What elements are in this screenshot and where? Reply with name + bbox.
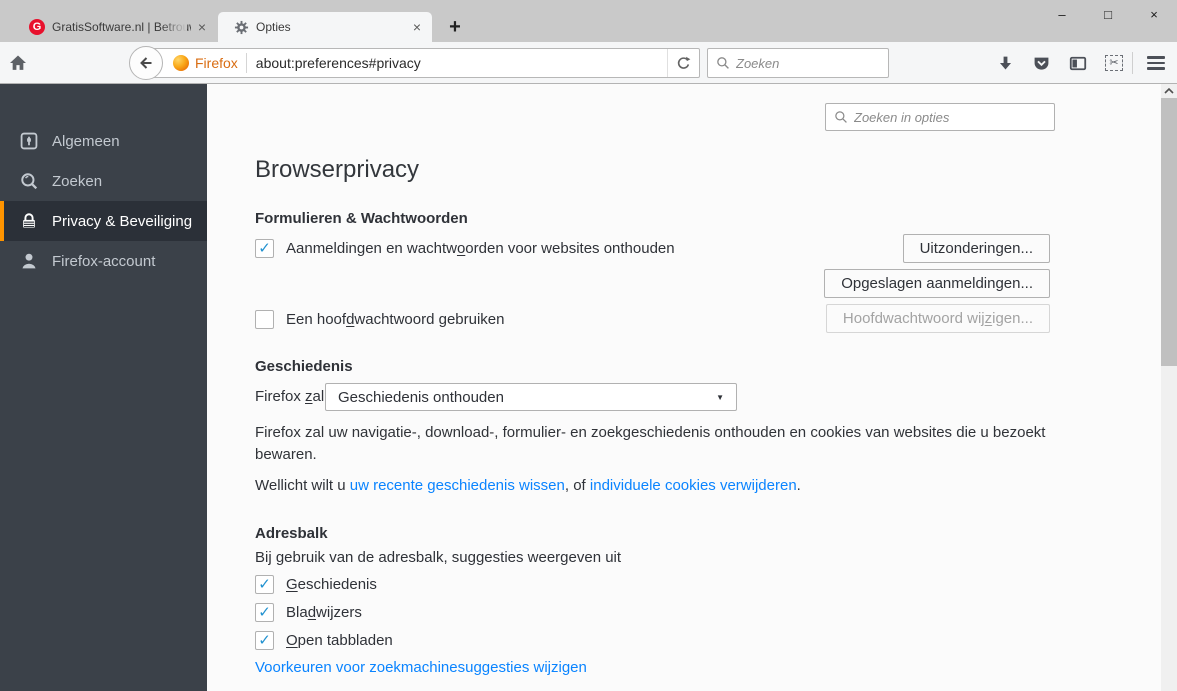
master-password-label[interactable]: Een hoofdwachtwoord gebruiken: [286, 311, 505, 328]
pocket-icon: [1034, 57, 1048, 70]
reload-icon: [677, 56, 691, 69]
navigation-toolbar: Firefox about:preferences#privacy ✂: [0, 42, 1177, 84]
firefox-will-label: Firefox zal: [255, 388, 325, 405]
toolbar-search[interactable]: [707, 48, 889, 78]
addressbar-intro: Bij gebruik van de adresbalk, suggesties…: [255, 549, 622, 566]
reload-button[interactable]: [667, 49, 699, 77]
clear-recent-history-link[interactable]: uw recente geschiedenis wissen: [350, 477, 565, 494]
gratissoftware-favicon-icon: G: [29, 19, 45, 35]
history-mode-value: Geschiedenis onthouden: [338, 388, 504, 406]
saved-logins-button[interactable]: Opgeslagen aanmeldingen...: [824, 269, 1050, 298]
sidebars-button[interactable]: [1063, 48, 1093, 78]
url-bar[interactable]: Firefox about:preferences#privacy: [150, 48, 700, 78]
sidebar-item-algemeen[interactable]: Algemeen: [0, 121, 207, 161]
checkmark-icon: ✓: [258, 576, 271, 593]
suggest-history-row: ✓ Geschiedenis: [255, 575, 377, 594]
toolbar-separator: [1132, 52, 1133, 74]
forms-section-heading: Formulieren & Wachtwoorden: [255, 210, 468, 227]
suggest-history-checkbox[interactable]: ✓: [255, 575, 274, 594]
scrollbar-thumb[interactable]: [1161, 98, 1177, 366]
browser-window: G GratisSoftware.nl | Betrouwb × Opties …: [0, 0, 1177, 691]
remember-logins-row: ✓ Aanmeldingen en wachtwoorden voor webs…: [255, 239, 675, 258]
firefox-logo-icon: [173, 55, 189, 71]
pocket-button[interactable]: [1026, 48, 1056, 78]
history-section-heading: Geschiedenis: [255, 358, 353, 375]
remove-individual-cookies-link[interactable]: individuele cookies verwijderen: [590, 477, 797, 494]
close-tab-icon[interactable]: ×: [191, 16, 213, 38]
sidebar-icon: [1069, 56, 1087, 70]
chevron-down-icon: ▼: [716, 392, 724, 402]
history-mode-dropdown[interactable]: Geschiedenis onthouden ▼: [325, 383, 737, 411]
suggest-history-label[interactable]: Geschiedenis: [286, 576, 377, 593]
tab-title: GratisSoftware.nl | Betrouwb: [52, 20, 191, 34]
new-tab-button[interactable]: +: [438, 12, 472, 42]
back-arrow-icon: [140, 57, 152, 69]
preferences-sidebar: Algemeen Zoeken Privacy & Beveiliging Fi…: [0, 84, 207, 691]
search-icon: [20, 172, 38, 190]
suggest-open-tabs-label[interactable]: Open tabbladen: [286, 632, 393, 649]
suggest-bookmarks-label[interactable]: Bladwijzers: [286, 604, 362, 621]
options-search-input[interactable]: [854, 109, 1046, 125]
download-icon: [999, 56, 1011, 70]
general-icon: [20, 132, 38, 150]
preferences-content: Browserprivacy Formulieren & Wachtwoorde…: [207, 84, 1161, 691]
sidebar-item-privacy-beveiliging[interactable]: Privacy & Beveiliging: [0, 201, 207, 241]
tab-gratissoftware[interactable]: G GratisSoftware.nl | Betrouwb ×: [20, 12, 217, 42]
home-button[interactable]: [3, 48, 33, 78]
checkmark-icon: ✓: [258, 240, 271, 257]
remember-logins-checkbox[interactable]: ✓: [255, 239, 274, 258]
clear-history-sentence: Wellicht wilt u uw recente geschiedenis …: [255, 477, 801, 494]
master-password-checkbox[interactable]: [255, 310, 274, 329]
minimize-button[interactable]: –: [1039, 0, 1085, 29]
tab-bar: G GratisSoftware.nl | Betrouwb × Opties …: [0, 0, 1177, 42]
sidebar-item-label: Privacy & Beveiliging: [52, 212, 193, 230]
lock-icon: [20, 212, 38, 230]
tab-title: Opties: [256, 20, 291, 34]
suggest-bookmarks-row: ✓ Bladwijzers: [255, 603, 362, 622]
home-icon: [10, 55, 26, 70]
gear-icon: [234, 20, 249, 35]
screenshot-button[interactable]: ✂: [1099, 48, 1129, 78]
url-text[interactable]: about:preferences#privacy: [256, 55, 667, 71]
screenshot-scissors-icon: ✂: [1105, 55, 1123, 71]
suggest-open-tabs-row: ✓ Open tabbladen: [255, 631, 393, 650]
person-icon: [20, 252, 38, 270]
checkmark-icon: ✓: [258, 604, 271, 621]
search-input[interactable]: [736, 55, 880, 71]
identity-label: Firefox: [195, 55, 238, 71]
sidebar-item-zoeken[interactable]: Zoeken: [0, 161, 207, 201]
scrollbar-up-icon[interactable]: [1161, 84, 1177, 98]
close-window-button[interactable]: ×: [1131, 0, 1177, 29]
content-scrollbar[interactable]: [1161, 84, 1177, 691]
exceptions-button[interactable]: Uitzonderingen...: [902, 234, 1050, 263]
change-master-password-button[interactable]: Hoofdwachtwoord wij z igen...: [825, 304, 1050, 333]
search-suggestions-preferences-link[interactable]: Voorkeuren voor zoekmachinesuggesties wi…: [255, 659, 587, 676]
sidebar-item-label: Algemeen: [52, 132, 120, 150]
page-body: Algemeen Zoeken Privacy & Beveiliging Fi…: [0, 84, 1177, 691]
close-tab-icon[interactable]: ×: [406, 16, 428, 38]
url-separator: [245, 53, 247, 73]
hamburger-icon: [1147, 56, 1165, 70]
window-controls: – □ ×: [1039, 0, 1177, 29]
downloads-button[interactable]: [990, 48, 1020, 78]
search-icon: [717, 57, 729, 69]
history-description: Firefox zal uw navigatie-, download-, fo…: [255, 424, 1046, 463]
back-button[interactable]: [129, 46, 163, 80]
page-title: Browserprivacy: [255, 156, 420, 183]
sidebar-item-label: Zoeken: [52, 172, 103, 190]
suggest-bookmarks-checkbox[interactable]: ✓: [255, 603, 274, 622]
menu-button[interactable]: [1141, 48, 1171, 78]
maximize-button[interactable]: □: [1085, 0, 1131, 29]
options-search-field[interactable]: [825, 103, 1055, 131]
sidebar-item-firefox-account[interactable]: Firefox-account: [0, 241, 207, 281]
checkmark-icon: ✓: [258, 632, 271, 649]
suggest-open-tabs-checkbox[interactable]: ✓: [255, 631, 274, 650]
addressbar-section-heading: Adresbalk: [255, 525, 328, 542]
sidebar-item-label: Firefox-account: [52, 252, 156, 270]
tab-opties[interactable]: Opties ×: [218, 12, 432, 42]
search-icon: [835, 111, 847, 123]
master-password-row: Een hoofdwachtwoord gebruiken: [255, 310, 505, 329]
remember-logins-label[interactable]: Aanmeldingen en wachtwoorden voor websit…: [286, 240, 675, 257]
